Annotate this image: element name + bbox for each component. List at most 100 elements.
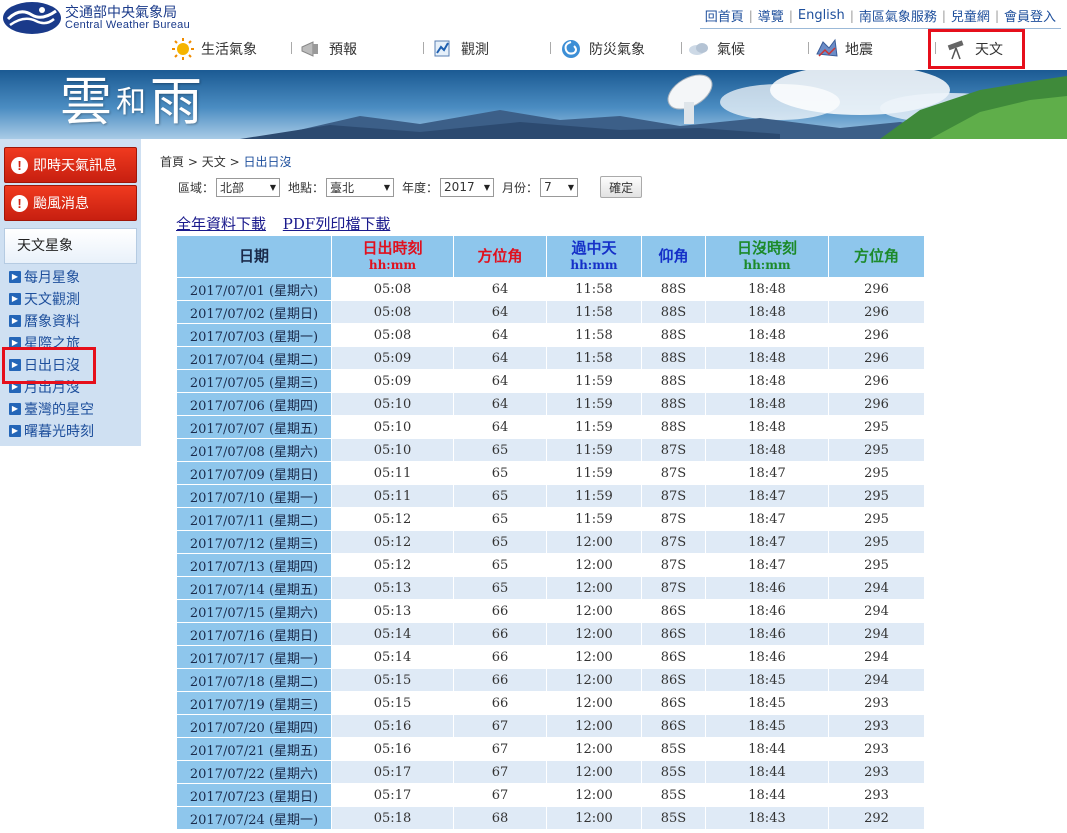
- chevron-down-icon: ▼: [269, 182, 277, 192]
- sidebar-item-monthly-sky[interactable]: ▶ 每月星象: [9, 267, 80, 287]
- table-cell: 05:13: [331, 599, 454, 623]
- table-cell: 86S: [641, 599, 706, 623]
- sidebar-alert-label: 即時天氣訊息: [33, 158, 117, 174]
- toplink-login[interactable]: 會員登入: [999, 6, 1061, 25]
- breadcrumb-home[interactable]: 首頁: [160, 155, 184, 169]
- table-cell: 11:59: [546, 484, 642, 508]
- table-cell: 18:46: [705, 599, 829, 623]
- table-cell: 05:12: [331, 507, 454, 531]
- table-cell-date: 2017/07/13 (星期四): [176, 553, 332, 577]
- year-label: 年度：: [402, 180, 439, 195]
- sidebar-item-astro-observation[interactable]: ▶ 天文觀測: [9, 289, 80, 309]
- table-row: 2017/07/21 (星期五) 05:16 67 12:00 85S 18:44 293: [176, 737, 925, 761]
- table-cell: 86S: [641, 714, 706, 738]
- table-cell: 292: [828, 806, 925, 830]
- region-select[interactable]: 北部 ▼: [216, 177, 281, 197]
- table-cell: 293: [828, 737, 925, 761]
- table-cell: 67: [453, 760, 547, 784]
- sunrise-sunset-table: 日期 日出時刻 hh:mm 方位角 過中天 hh:mm 仰角 日沒時刻 hh:mm 方位角 201…: [176, 235, 925, 830]
- banner-char-and: 和: [116, 85, 147, 120]
- table-row: 2017/07/24 (星期一) 05:18 68 12:00 85S 18:43 292: [176, 806, 925, 830]
- table-cell-date: 2017/07/22 (星期六): [176, 760, 332, 784]
- download-year-data-link[interactable]: 全年資料下載: [176, 215, 266, 233]
- sidebar-alert-typhoon[interactable]: ! 颱風消息: [4, 185, 137, 221]
- table-cell: 293: [828, 691, 925, 715]
- table-cell: 05:10: [331, 438, 454, 462]
- table-cell: 05:09: [331, 369, 454, 393]
- year-select-value: 2017: [444, 180, 475, 194]
- table-header-unit: hh:mm: [743, 257, 791, 272]
- table-cell: 85S: [641, 760, 706, 784]
- download-pdf-link[interactable]: PDF列印檔下載: [283, 215, 391, 233]
- table-cell: 12:00: [546, 530, 642, 554]
- table-row: 2017/07/16 (星期日) 05:14 66 12:00 86S 18:46 294: [176, 622, 925, 646]
- year-select[interactable]: 2017 ▼: [440, 177, 495, 197]
- region-label: 區域：: [178, 180, 215, 195]
- sidebar-alert-realtime-weather[interactable]: ! 即時天氣訊息: [4, 147, 137, 183]
- table-cell-date: 2017/07/23 (星期日): [176, 783, 332, 807]
- toplink-english[interactable]: English: [793, 8, 850, 23]
- sidebar-item-taiwan-sky[interactable]: ▶ 臺灣的星空: [9, 399, 94, 419]
- table-row: 2017/07/13 (星期四) 05:12 65 12:00 87S 18:47 295: [176, 553, 925, 577]
- table-cell: 18:44: [705, 783, 829, 807]
- table-cell-date: 2017/07/05 (星期三): [176, 369, 332, 393]
- exclamation-icon: !: [11, 194, 28, 212]
- table-cell: 12:00: [546, 691, 642, 715]
- earthquake-icon: [816, 38, 838, 57]
- table-cell: 88S: [641, 323, 706, 347]
- nav-label: 地震: [845, 42, 873, 58]
- table-cell: 66: [453, 599, 547, 623]
- table-cell: 296: [828, 277, 925, 301]
- top-links: 回首頁 | 導覽 | English | 南區氣象服務 | 兒童網 | 會員登入: [699, 6, 1061, 29]
- nav-item-disaster-weather[interactable]: 防災氣象: [559, 36, 645, 62]
- toplink-kids[interactable]: 兒童網: [946, 6, 995, 25]
- table-cell-date: 2017/07/21 (星期五): [176, 737, 332, 761]
- toplink-home[interactable]: 回首頁: [700, 6, 749, 25]
- table-cell: 12:00: [546, 668, 642, 692]
- table-cell: 11:59: [546, 438, 642, 462]
- table-row: 2017/07/14 (星期五) 05:13 65 12:00 87S 18:46 294: [176, 576, 925, 600]
- sidebar: ! 即時天氣訊息 ! 颱風消息 天文星象 ▶ 每月星象 ▶ 天文觀測 ▶ 曆象資料 ▶…: [0, 139, 141, 446]
- table-cell: 65: [453, 438, 547, 462]
- table-row: 2017/07/22 (星期六) 05:17 67 12:00 85S 18:44 293: [176, 760, 925, 784]
- location-select[interactable]: 臺北 ▼: [326, 177, 395, 197]
- sunrise-sunset-table-wrapper: 日期 日出時刻 hh:mm 方位角 過中天 hh:mm 仰角 日沒時刻 hh:mm 方位角 201…: [176, 235, 925, 830]
- nav-item-earthquake[interactable]: 地震: [815, 36, 873, 62]
- sidebar-item-almanac[interactable]: ▶ 曆象資料: [9, 311, 80, 331]
- breadcrumb-section[interactable]: 天文: [202, 155, 226, 169]
- table-cell: 295: [828, 507, 925, 531]
- table-cell: 18:48: [705, 300, 829, 324]
- table-body: 2017/07/01 (星期六) 05:08 64 11:58 88S 18:48 296 2…: [176, 277, 925, 830]
- table-cell: 68: [453, 806, 547, 830]
- breadcrumb-current: 日出日沒: [243, 155, 292, 169]
- table-header-label: 日沒時刻: [736, 238, 797, 257]
- table-cell: 12:00: [546, 714, 642, 738]
- month-select[interactable]: 7 ▼: [540, 177, 579, 197]
- confirm-button[interactable]: 確定: [600, 176, 643, 198]
- nav-item-life-weather[interactable]: 生活氣象: [171, 36, 257, 62]
- table-cell: 64: [453, 300, 547, 324]
- toplink-south-service[interactable]: 南區氣象服務: [854, 6, 942, 25]
- table-cell: 65: [453, 530, 547, 554]
- table-cell: 11:58: [546, 346, 642, 370]
- table-cell: 18:48: [705, 346, 829, 370]
- table-cell: 293: [828, 714, 925, 738]
- site-logo[interactable]: 交通部中央氣象局 Central Weather Bureau: [2, 0, 202, 36]
- nav-item-observation[interactable]: 觀測: [431, 36, 489, 62]
- table-cell: 12:00: [546, 737, 642, 761]
- table-row: 2017/07/08 (星期六) 05:10 65 11:59 87S 18:48 295: [176, 438, 925, 462]
- nav-label: 氣候: [717, 42, 745, 58]
- sidebar-item-label: 臺灣的星空: [24, 402, 94, 418]
- table-cell: 296: [828, 323, 925, 347]
- table-cell: 87S: [641, 576, 706, 600]
- table-cell: 18:45: [705, 691, 829, 715]
- nav-item-climate[interactable]: 氣候: [687, 36, 745, 62]
- toplink-guide[interactable]: 導覽: [753, 6, 789, 25]
- table-cell-date: 2017/07/10 (星期一): [176, 484, 332, 508]
- sidebar-item-twilight-times[interactable]: ▶ 曙暮光時刻: [9, 421, 94, 441]
- table-row: 2017/07/19 (星期三) 05:15 66 12:00 86S 18:45 293: [176, 691, 925, 715]
- table-cell: 88S: [641, 277, 706, 301]
- nav-item-forecast[interactable]: 預報: [299, 36, 357, 62]
- table-cell: 87S: [641, 438, 706, 462]
- table-header-unit: hh:mm: [368, 257, 417, 272]
